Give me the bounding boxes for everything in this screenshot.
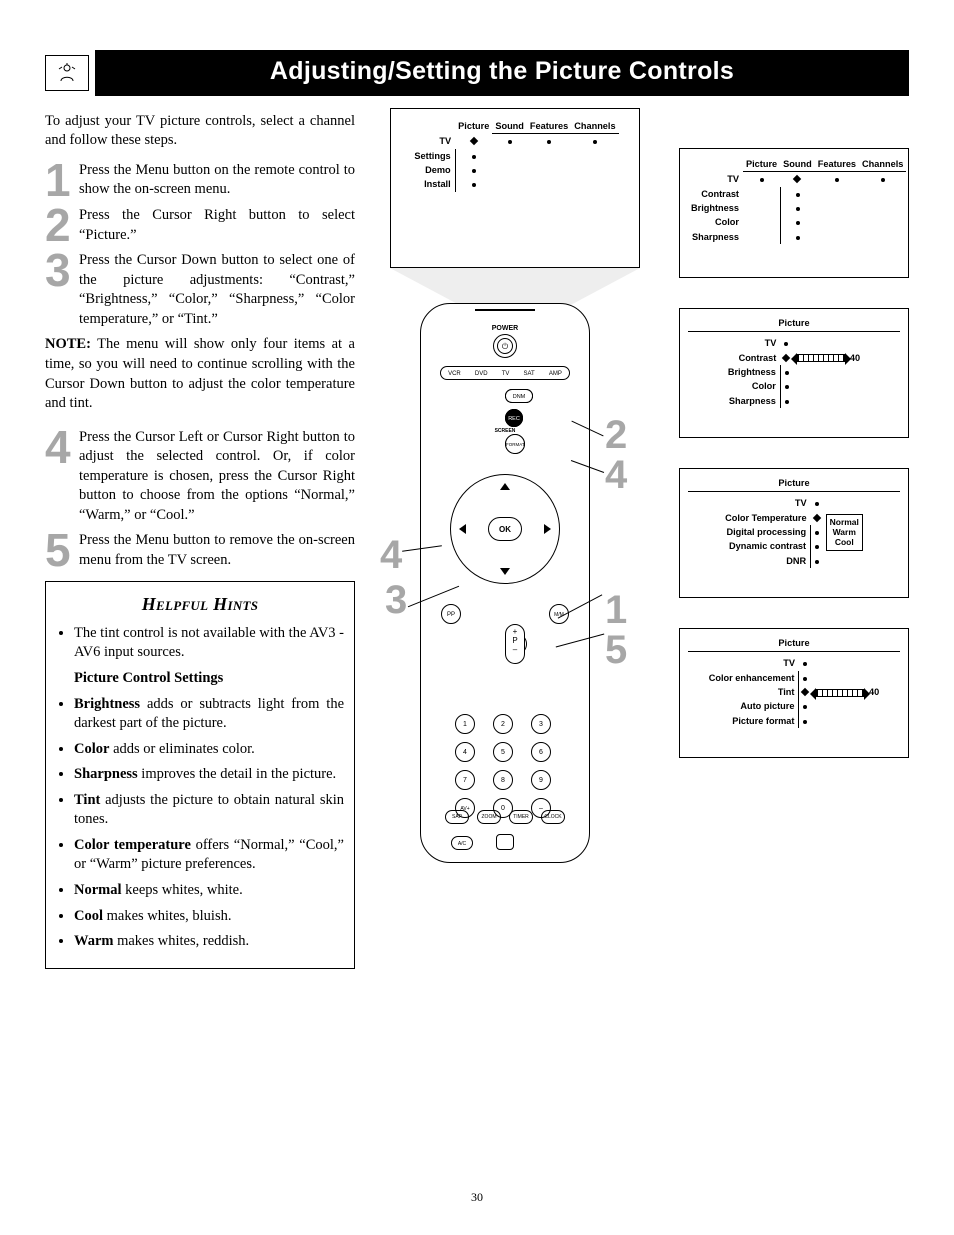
format-button: FORMAT <box>505 434 525 454</box>
title-row: Adjusting/Setting the Picture Controls <box>45 50 909 96</box>
step-text: Press the Cursor Left or Cursor Right bu… <box>79 428 355 526</box>
note-text: The menu will show only four items at a … <box>45 336 355 411</box>
hint-item: Tint adjusts the picture to obtain natur… <box>74 791 344 830</box>
mode-switch: VCRDVDTVSATAMP <box>440 366 570 380</box>
menu-screen-picture: PictureSoundFeaturesChannels TV Contrast… <box>679 148 909 278</box>
step-number: 2 <box>45 208 79 243</box>
hint-item: Warm makes whites, reddish. <box>74 932 344 952</box>
hint-item: Color temperature offers “Normal,” “Cool… <box>74 836 344 875</box>
bottom-row: SAP ZOOM TIMER CLOCK <box>445 810 565 824</box>
hint-intro: The tint control is not available with t… <box>74 624 344 663</box>
callout-5: 5 <box>605 623 627 677</box>
screen-label: SCREEN <box>421 428 589 435</box>
menu-screen-colortemp: Picture TV Color Temperature NormalWarmC… <box>679 468 909 598</box>
tint-slider <box>816 689 864 697</box>
note-label: NOTE: <box>45 336 91 352</box>
menu-screen-main: Picture Sound Features Channels TV Setti… <box>390 108 640 268</box>
step-2: 2 Press the Cursor Right button to selec… <box>45 206 355 245</box>
home-icon <box>496 834 514 850</box>
step-text: Press the Menu button to remove the on-s… <box>79 531 355 570</box>
hint-item: Brightness adds or subtracts light from … <box>74 695 344 734</box>
step-5: 5 Press the Menu button to remove the on… <box>45 531 355 570</box>
ac-button: A/C <box>451 836 473 850</box>
note: NOTE: The menu will show only four items… <box>45 335 355 413</box>
cursor-down-icon <box>500 568 510 575</box>
page-number: 30 <box>0 1189 954 1205</box>
beam-graphic <box>390 268 640 308</box>
page-title: Adjusting/Setting the Picture Controls <box>95 50 909 96</box>
power-button: ⏻ <box>493 334 517 358</box>
step-1: 1 Press the Menu button on the remote co… <box>45 161 355 200</box>
pp-button: PP <box>441 604 461 624</box>
cursor-right-icon <box>544 524 551 534</box>
hint-item: Cool makes whites, bluish. <box>74 907 344 927</box>
chapter-icon <box>45 55 89 91</box>
cursor-left-icon <box>459 524 466 534</box>
remote-control: POWER ⏻ VCRDVDTVSATAMP INFO SELECT DNM T… <box>420 303 590 863</box>
ok-button: OK <box>488 517 522 541</box>
program-rocker: +P– <box>505 624 525 664</box>
hint-item: Color adds or eliminates color. <box>74 740 344 760</box>
step-number: 1 <box>45 163 79 198</box>
settings-heading: Picture Control Settings <box>74 669 344 689</box>
diagram-column: Picture Sound Features Channels TV Setti… <box>370 108 909 969</box>
intro-text: To adjust your TV picture controls, sele… <box>45 112 355 151</box>
step-number: 5 <box>45 533 79 568</box>
step-4: 4 Press the Cursor Left or Cursor Right … <box>45 428 355 526</box>
hint-item: Normal keeps whites, white. <box>74 881 344 901</box>
dnm-button: DNM <box>505 389 533 403</box>
callout-3: 3 <box>385 573 407 627</box>
hint-item: Sharpness improves the detail in the pic… <box>74 765 344 785</box>
helpful-hints-box: Helpful Hints The tint control is not av… <box>45 581 355 969</box>
rec-button: REC <box>505 409 523 427</box>
step-3: 3 Press the Cursor Down button to select… <box>45 251 355 329</box>
contrast-slider <box>797 354 845 362</box>
cursor-up-icon <box>500 483 510 490</box>
instructions-column: To adjust your TV picture controls, sele… <box>45 108 355 969</box>
callout-4-right: 4 <box>605 448 627 502</box>
step-number: 3 <box>45 253 79 288</box>
number-keypad: 123 456 789 AV+0– <box>455 714 555 818</box>
hints-title: Helpful Hints <box>56 592 344 616</box>
step-number: 4 <box>45 430 79 465</box>
dpad: OK <box>450 474 560 584</box>
menu-screen-contrast: Picture TV Contrast 40 Brightness Color … <box>679 308 909 438</box>
step-text: Press the Cursor Right button to select … <box>79 206 355 245</box>
menu-screen-tint: Picture TV Color enhancement Tint 40 Aut… <box>679 628 909 758</box>
power-label: POWER <box>421 324 589 333</box>
step-text: Press the Cursor Down button to select o… <box>79 251 355 329</box>
step-text: Press the Menu button on the remote cont… <box>79 161 355 200</box>
